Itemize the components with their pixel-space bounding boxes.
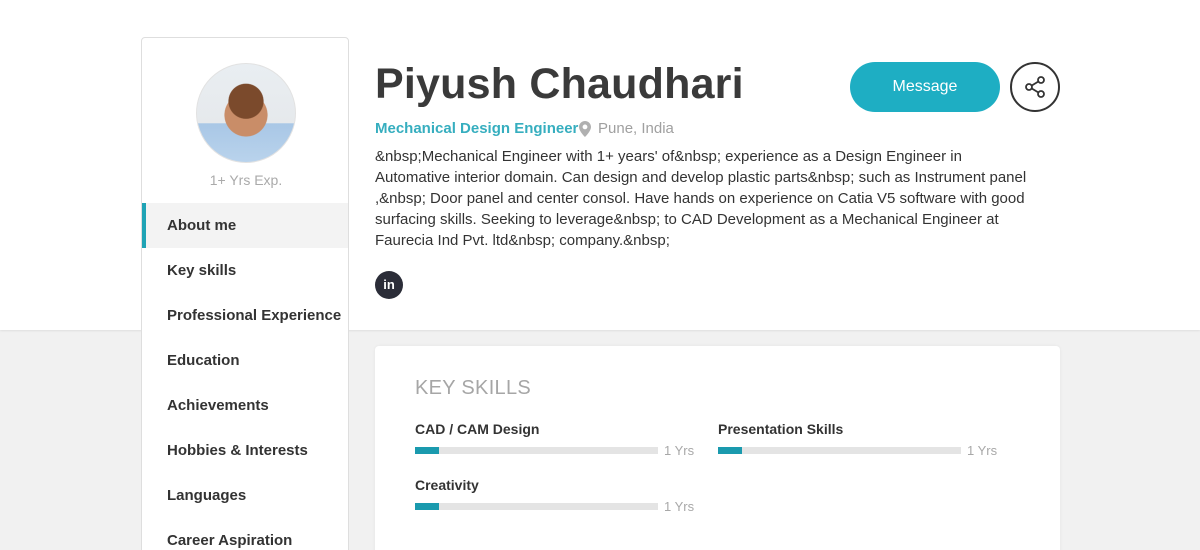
skill-level-fill bbox=[718, 447, 743, 454]
about-text: &nbsp;Mechanical Engineer with 1+ years'… bbox=[375, 148, 1027, 249]
skill-level-fill bbox=[415, 503, 440, 510]
sidebar-item-about-me[interactable]: About me bbox=[142, 203, 348, 248]
skill-level-bar bbox=[718, 447, 961, 454]
skill-years: 1 Yrs bbox=[967, 443, 998, 458]
sidebar-item-hobbies-interests[interactable]: Hobbies & Interests bbox=[142, 428, 348, 473]
skill-item: CAD / CAM Design 1 Yrs bbox=[415, 421, 695, 458]
key-skills-title: KEY SKILLS bbox=[415, 377, 532, 399]
sidebar-item-education[interactable]: Education bbox=[142, 338, 348, 383]
profile-name: Piyush Chaudhari bbox=[375, 60, 744, 108]
sidebar-item-languages[interactable]: Languages bbox=[142, 473, 348, 518]
skill-level-bar bbox=[415, 447, 658, 454]
share-button[interactable] bbox=[1010, 62, 1060, 112]
sidebar-menu: About me Key skills Professional Experie… bbox=[142, 203, 348, 550]
profile-location: Pune, India bbox=[579, 120, 674, 137]
skill-years: 1 Yrs bbox=[664, 443, 695, 458]
skill-item: Presentation Skills 1 Yrs bbox=[718, 421, 998, 458]
location-pin-icon bbox=[579, 120, 591, 137]
sidebar-item-career-aspiration[interactable]: Career Aspiration bbox=[142, 518, 348, 550]
linkedin-icon[interactable]: in bbox=[375, 271, 403, 299]
skill-years: 1 Yrs bbox=[664, 499, 695, 514]
skill-name: Presentation Skills bbox=[718, 421, 844, 437]
location-text: Pune, India bbox=[598, 120, 674, 137]
skill-level-fill bbox=[415, 447, 440, 454]
profile-sidebar: 1+ Yrs Exp. About me Key skills Professi… bbox=[141, 37, 349, 550]
skill-level-bar bbox=[415, 503, 658, 510]
sidebar-item-key-skills[interactable]: Key skills bbox=[142, 248, 348, 293]
skill-name: Creativity bbox=[415, 477, 479, 493]
profile-role: Mechanical Design Engineer bbox=[375, 120, 579, 137]
avatar bbox=[196, 63, 296, 163]
share-icon bbox=[1025, 76, 1045, 98]
skill-name: CAD / CAM Design bbox=[415, 421, 540, 437]
sidebar-item-professional-experience[interactable]: Professional Experience bbox=[142, 293, 348, 338]
sidebar-item-achievements[interactable]: Achievements bbox=[142, 383, 348, 428]
key-skills-card: KEY SKILLS CAD / CAM Design 1 Yrs Presen… bbox=[375, 346, 1060, 550]
experience-label: 1+ Yrs Exp. bbox=[209, 172, 283, 188]
message-button[interactable]: Message bbox=[850, 62, 1000, 112]
skill-item: Creativity 1 Yrs bbox=[415, 477, 695, 514]
